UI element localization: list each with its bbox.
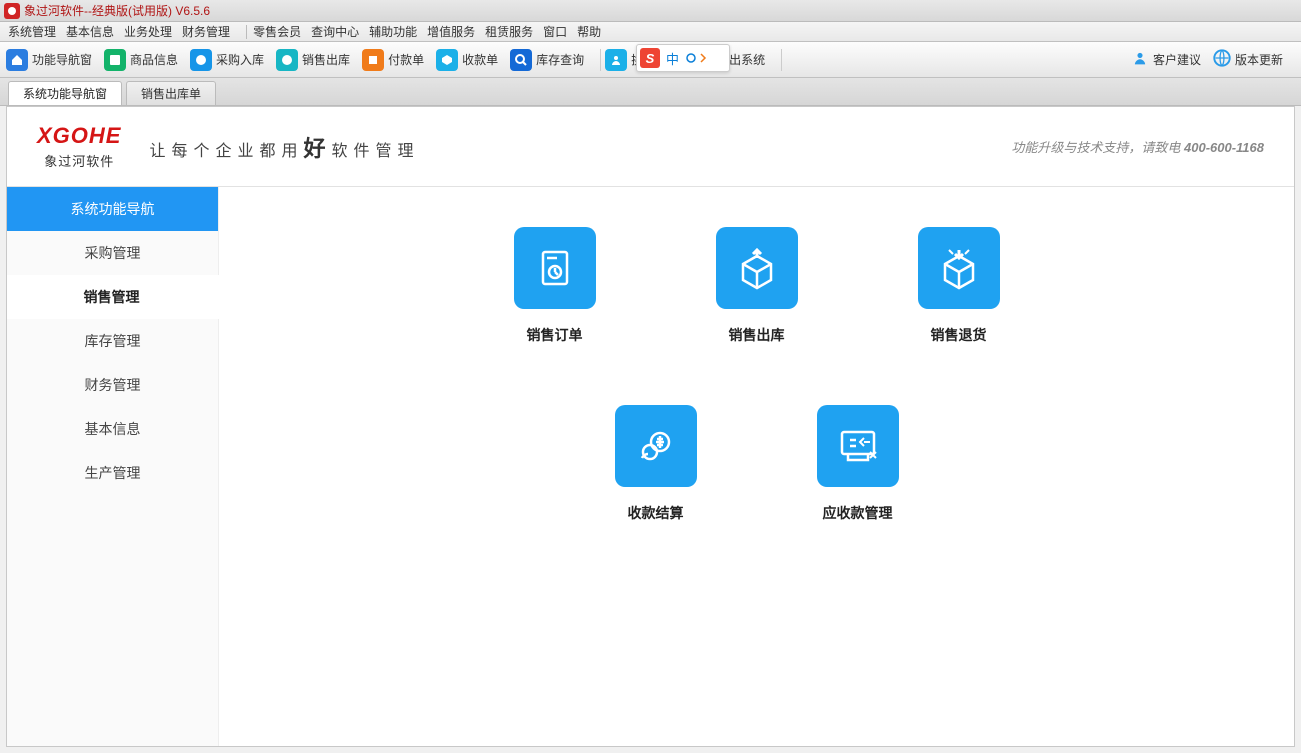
title-bar: 象过河软件--经典版(试用版) V6.5.6	[0, 0, 1301, 22]
menu-10[interactable]: 帮助	[577, 23, 601, 40]
card-应收款管理[interactable]: 应收款管理	[817, 405, 899, 523]
main-panel: 销售订单 销售出库 销售退货 收款结算 应收款管理	[219, 187, 1294, 746]
toolbar-付款单[interactable]: 付款单	[362, 49, 424, 71]
ime-s-icon: S	[640, 48, 660, 68]
user-icon	[1131, 49, 1149, 70]
sidebar-header: 系统功能导航	[7, 187, 218, 231]
menu-bar: 系统管理基本信息业务处理财务管理 零售会员查询中心辅助功能增值服务租赁服务窗口帮助	[0, 22, 1301, 42]
sidebar-item-3[interactable]: 财务管理	[7, 363, 218, 407]
ime-lang: 中	[666, 49, 679, 68]
logo: XGOHE 象过河软件	[37, 123, 121, 170]
menu-0[interactable]: 系统管理	[8, 23, 56, 40]
content-area: XGOHE 象过河软件 让每个企业都用好软件管理 功能升级与技术支持，请致电 4…	[6, 106, 1295, 747]
menu-7[interactable]: 增值服务	[427, 23, 475, 40]
menu-8[interactable]: 租赁服务	[485, 23, 533, 40]
menu-9[interactable]: 窗口	[543, 23, 567, 40]
box-down-icon	[918, 227, 1000, 309]
toolbar-right-1[interactable]: 版本更新	[1213, 49, 1283, 70]
toolbar-icon-4	[362, 49, 384, 71]
card-销售退货[interactable]: 销售退货	[918, 227, 1000, 345]
card-销售出库[interactable]: 销售出库	[716, 227, 798, 345]
toolbar: 功能导航窗商品信息采购入库销售出库付款单收款单库存查询换操作员退出系统 S 中 …	[0, 42, 1301, 78]
sidebar-item-0[interactable]: 采购管理	[7, 231, 218, 275]
doc-icon	[514, 227, 596, 309]
card-收款结算[interactable]: 收款结算	[615, 405, 697, 523]
toolbar-right-0[interactable]: 客户建议	[1131, 49, 1201, 70]
sidebar: 系统功能导航 采购管理销售管理库存管理财务管理基本信息生产管理	[7, 187, 219, 746]
toolbar-功能导航窗[interactable]: 功能导航窗	[6, 49, 92, 71]
box-up-icon	[716, 227, 798, 309]
menu-5[interactable]: 查询中心	[311, 23, 359, 40]
toolbar-库存查询[interactable]: 库存查询	[510, 49, 584, 71]
toolbar-icon-0	[6, 49, 28, 71]
card-销售订单[interactable]: 销售订单	[514, 227, 596, 345]
toolbar-采购入库[interactable]: 采购入库	[190, 49, 264, 71]
toolbar-icon-6	[510, 49, 532, 71]
sidebar-item-4[interactable]: 基本信息	[7, 407, 218, 451]
window-title: 象过河软件--经典版(试用版) V6.5.6	[24, 2, 210, 19]
tab-0[interactable]: 系统功能导航窗	[8, 81, 122, 105]
banner: XGOHE 象过河软件 让每个企业都用好软件管理 功能升级与技术支持，请致电 4…	[7, 107, 1294, 187]
toolbar-商品信息[interactable]: 商品信息	[104, 49, 178, 71]
toolbar-icon-7	[605, 49, 627, 71]
ime-tools-icon	[685, 50, 713, 66]
sidebar-item-5[interactable]: 生产管理	[7, 451, 218, 495]
toolbar-icon-5	[436, 49, 458, 71]
toolbar-icon-2	[190, 49, 212, 71]
menu-4[interactable]: 零售会员	[253, 23, 301, 40]
logo-subtext: 象过河软件	[44, 151, 114, 170]
coins-icon	[615, 405, 697, 487]
tab-1[interactable]: 销售出库单	[126, 81, 216, 105]
app-icon	[4, 3, 20, 19]
menu-1[interactable]: 基本信息	[66, 23, 114, 40]
menu-3[interactable]: 财务管理	[182, 23, 230, 40]
menu-2[interactable]: 业务处理	[124, 23, 172, 40]
menu-6[interactable]: 辅助功能	[369, 23, 417, 40]
logo-text: XGOHE	[37, 123, 121, 149]
tab-bar: 系统功能导航窗销售出库单	[0, 78, 1301, 106]
ime-indicator[interactable]: S 中	[636, 44, 730, 72]
sidebar-item-2[interactable]: 库存管理	[7, 319, 218, 363]
receivable-icon	[817, 405, 899, 487]
support-phone: 功能升级与技术支持，请致电 400-600-1168	[1011, 137, 1264, 156]
slogan: 让每个企业都用好软件管理	[149, 131, 419, 163]
toolbar-icon-3	[276, 49, 298, 71]
toolbar-销售出库[interactable]: 销售出库	[276, 49, 350, 71]
toolbar-收款单[interactable]: 收款单	[436, 49, 498, 71]
toolbar-icon-1	[104, 49, 126, 71]
globe-icon	[1213, 49, 1231, 70]
sidebar-item-1[interactable]: 销售管理	[7, 275, 219, 319]
